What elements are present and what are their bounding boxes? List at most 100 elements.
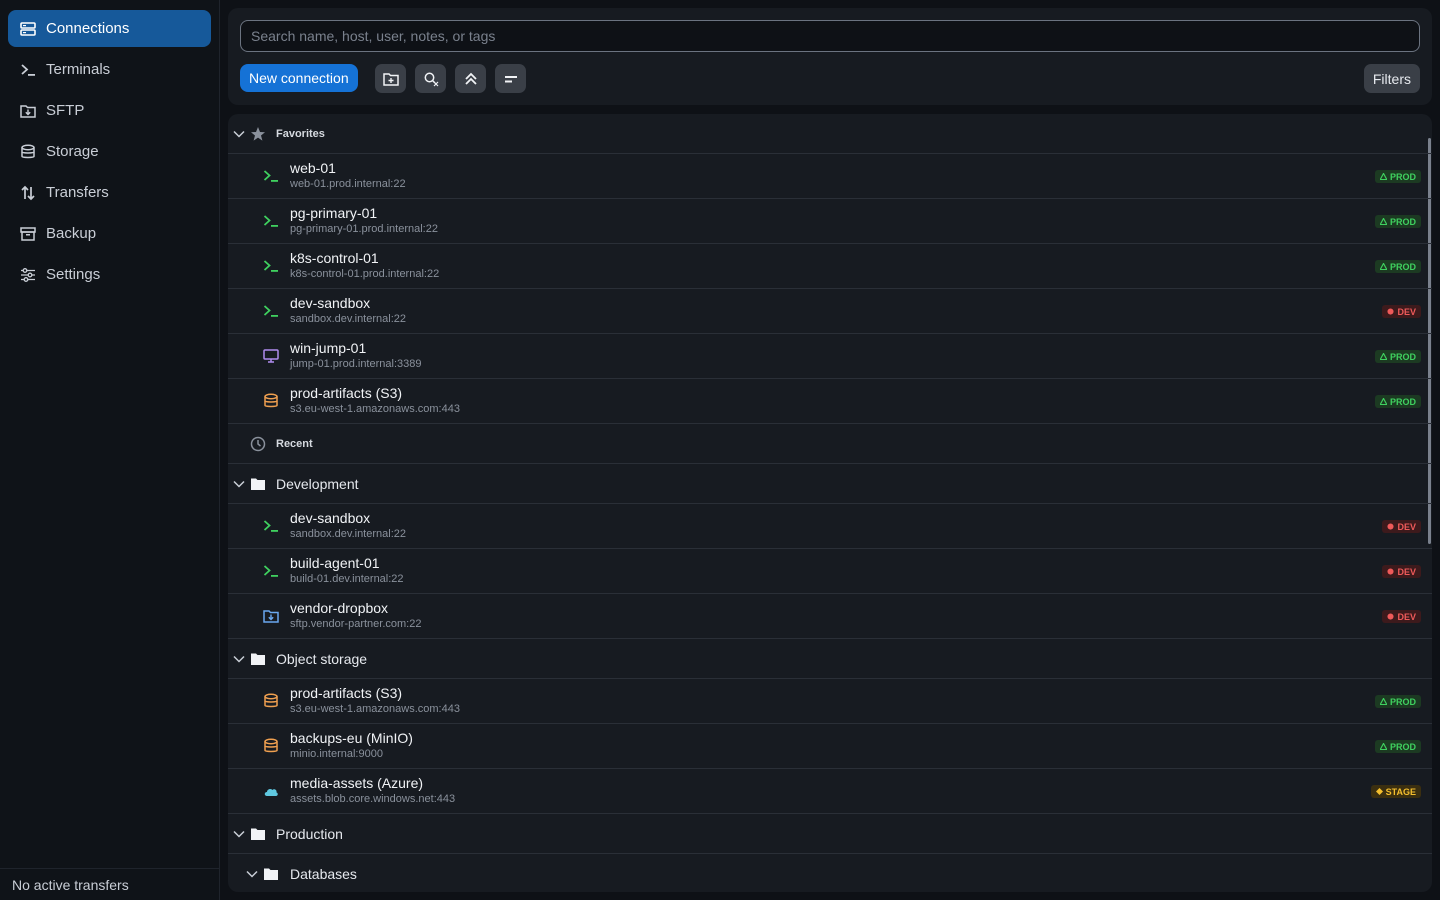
database-icon: [263, 693, 279, 709]
group-development-header[interactable]: Development: [228, 464, 1432, 504]
sort-lines-icon: [504, 75, 517, 82]
chevron-down-icon: [246, 870, 258, 878]
connection-host: build-01.dev.internal:22: [290, 573, 404, 585]
connection-row[interactable]: prod-artifacts (S3) s3.eu-west-1.amazonaw…: [228, 379, 1432, 424]
connection-row[interactable]: web-01 web-01.prod.internal:22 PROD: [228, 154, 1432, 199]
sidebar-item-sftp[interactable]: SFTP: [8, 92, 211, 129]
sidebar-item-storage[interactable]: Storage: [8, 133, 211, 170]
sidebar-item-label: Storage: [46, 143, 99, 160]
badge-label: DEV: [1397, 306, 1416, 317]
diamond-icon: [1375, 788, 1383, 795]
connection-row[interactable]: pg-primary-01 pg-primary-01.prod.internal…: [228, 199, 1432, 244]
terminal-prompt-icon: [263, 518, 279, 534]
badge-label: DEV: [1397, 521, 1416, 532]
search-input[interactable]: [240, 20, 1420, 52]
sort-button[interactable]: [495, 64, 526, 93]
connection-host: sandbox.dev.internal:22: [290, 528, 406, 540]
star-icon: [251, 126, 265, 141]
connection-name: web-01: [290, 160, 336, 176]
new-folder-button[interactable]: [375, 64, 406, 93]
connections-icon: [20, 21, 36, 37]
sidebar-item-label: Backup: [46, 225, 97, 242]
connection-row[interactable]: vendor-dropbox sftp.vendor-partner.com:22…: [228, 594, 1432, 639]
chevron-down-icon: [233, 130, 245, 138]
terminal-prompt-icon: [263, 168, 279, 184]
connection-row[interactable]: win-jump-01 jump-01.prod.internal:3389 PRO…: [228, 334, 1432, 379]
object-storage-rows: prod-artifacts (S3) s3.eu-west-1.amazonaw…: [228, 679, 1432, 814]
terminal-prompt-icon: [263, 303, 279, 319]
connection-name: vendor-dropbox: [290, 600, 389, 616]
badge-label: PROD: [1389, 171, 1416, 182]
environment-badge: PROD: [1374, 350, 1421, 363]
connection-host: s3.eu-west-1.amazonaws.com:443: [290, 703, 460, 715]
group-label: Databases: [290, 866, 357, 882]
connection-host: s3.eu-west-1.amazonaws.com:443: [290, 403, 460, 415]
connection-row[interactable]: prod-artifacts (S3) s3.eu-west-1.amazonaw…: [228, 679, 1432, 724]
connection-host: web-01.prod.internal:22: [290, 178, 406, 190]
environment-badge: PROD: [1374, 260, 1421, 273]
development-rows: dev-sandbox sandbox.dev.internal:22 DEV bui…: [228, 504, 1432, 639]
sidebar-item-terminals[interactable]: Terminals: [8, 51, 211, 88]
sidebar-item-label: Connections: [46, 20, 130, 37]
connection-name: k8s-control-01: [290, 250, 379, 266]
environment-badge: PROD: [1374, 740, 1421, 753]
connection-row[interactable]: dev-sandbox sandbox.dev.internal:22 DEV: [228, 289, 1432, 334]
connection-name: dev-sandbox: [290, 295, 371, 311]
terminal-prompt-icon: [263, 258, 279, 274]
connection-row[interactable]: k8s-control-01 k8s-control-01.prod.intern…: [228, 244, 1432, 289]
dot-icon: [1387, 308, 1395, 315]
archive-box-icon: [20, 226, 36, 242]
connection-host: assets.blob.core.windows.net:443: [290, 793, 456, 805]
folder-icon: [264, 868, 278, 880]
folder-icon: [251, 478, 265, 490]
connection-name: backups-eu (MinIO): [290, 730, 413, 746]
badge-label: PROD: [1389, 396, 1416, 407]
environment-badge: DEV: [1382, 305, 1421, 318]
warning-triangle-icon: [1379, 698, 1387, 705]
clear-search-button[interactable]: [415, 64, 446, 93]
terminal-prompt-icon: [263, 563, 279, 579]
connection-row[interactable]: media-assets (Azure) assets.blob.core.win…: [228, 769, 1432, 814]
sftp-folder-icon: [20, 103, 36, 119]
connection-host: jump-01.prod.internal:3389: [290, 358, 422, 370]
connection-row[interactable]: build-agent-01 build-01.dev.internal:22 DE…: [228, 549, 1432, 594]
environment-badge: DEV: [1382, 565, 1421, 578]
connection-row[interactable]: backups-eu (MinIO) minio.internal:9000 PRO…: [228, 724, 1432, 769]
recent-header[interactable]: Recent: [228, 424, 1432, 464]
sidebar-item-connections[interactable]: Connections: [8, 10, 211, 47]
favorites-rows: web-01 web-01.prod.internal:22 PROD pg-prim…: [228, 154, 1432, 424]
database-icon: [263, 393, 279, 409]
new-connection-button[interactable]: New connection: [240, 64, 358, 92]
connection-row[interactable]: dev-sandbox sandbox.dev.internal:22 DEV: [228, 504, 1432, 549]
environment-badge: PROD: [1374, 395, 1421, 408]
connection-host: sftp.vendor-partner.com:22: [290, 618, 422, 630]
badge-label: PROD: [1389, 261, 1416, 272]
chevrons-up-icon: [464, 72, 477, 85]
badge-label: DEV: [1397, 611, 1416, 622]
chevron-down-icon: [233, 655, 245, 663]
sidebar-item-transfers[interactable]: Transfers: [8, 174, 211, 211]
group-label: Development: [276, 475, 359, 492]
group-object-storage-header[interactable]: Object storage: [228, 639, 1432, 679]
group-databases-header[interactable]: Databases: [228, 854, 1432, 884]
warning-triangle-icon: [1379, 263, 1387, 270]
connections-list: Favorites web-01 web-01.prod.internal:22 P…: [228, 114, 1432, 892]
sliders-icon: [20, 267, 36, 283]
favorites-header[interactable]: Favorites: [228, 114, 1432, 154]
sidebar-nav: Connections Terminals SFTP Storage Trans…: [0, 0, 219, 293]
environment-badge: DEV: [1382, 610, 1421, 623]
connection-host: minio.internal:9000: [290, 748, 383, 760]
terminal-prompt-icon: [263, 213, 279, 229]
filters-button[interactable]: Filters: [1363, 64, 1420, 93]
chevron-down-icon: [233, 480, 245, 488]
database-icon: [263, 738, 279, 754]
sidebar-item-settings[interactable]: Settings: [8, 256, 211, 293]
warning-triangle-icon: [1379, 173, 1387, 180]
collapse-all-button[interactable]: [455, 64, 486, 93]
group-production-header[interactable]: Production: [228, 814, 1432, 854]
environment-badge: DEV: [1382, 520, 1421, 533]
badge-label: PROD: [1389, 216, 1416, 227]
sidebar-item-backup[interactable]: Backup: [8, 215, 211, 252]
cloud-icon: [263, 783, 279, 799]
sidebar-item-label: Terminals: [46, 61, 111, 78]
